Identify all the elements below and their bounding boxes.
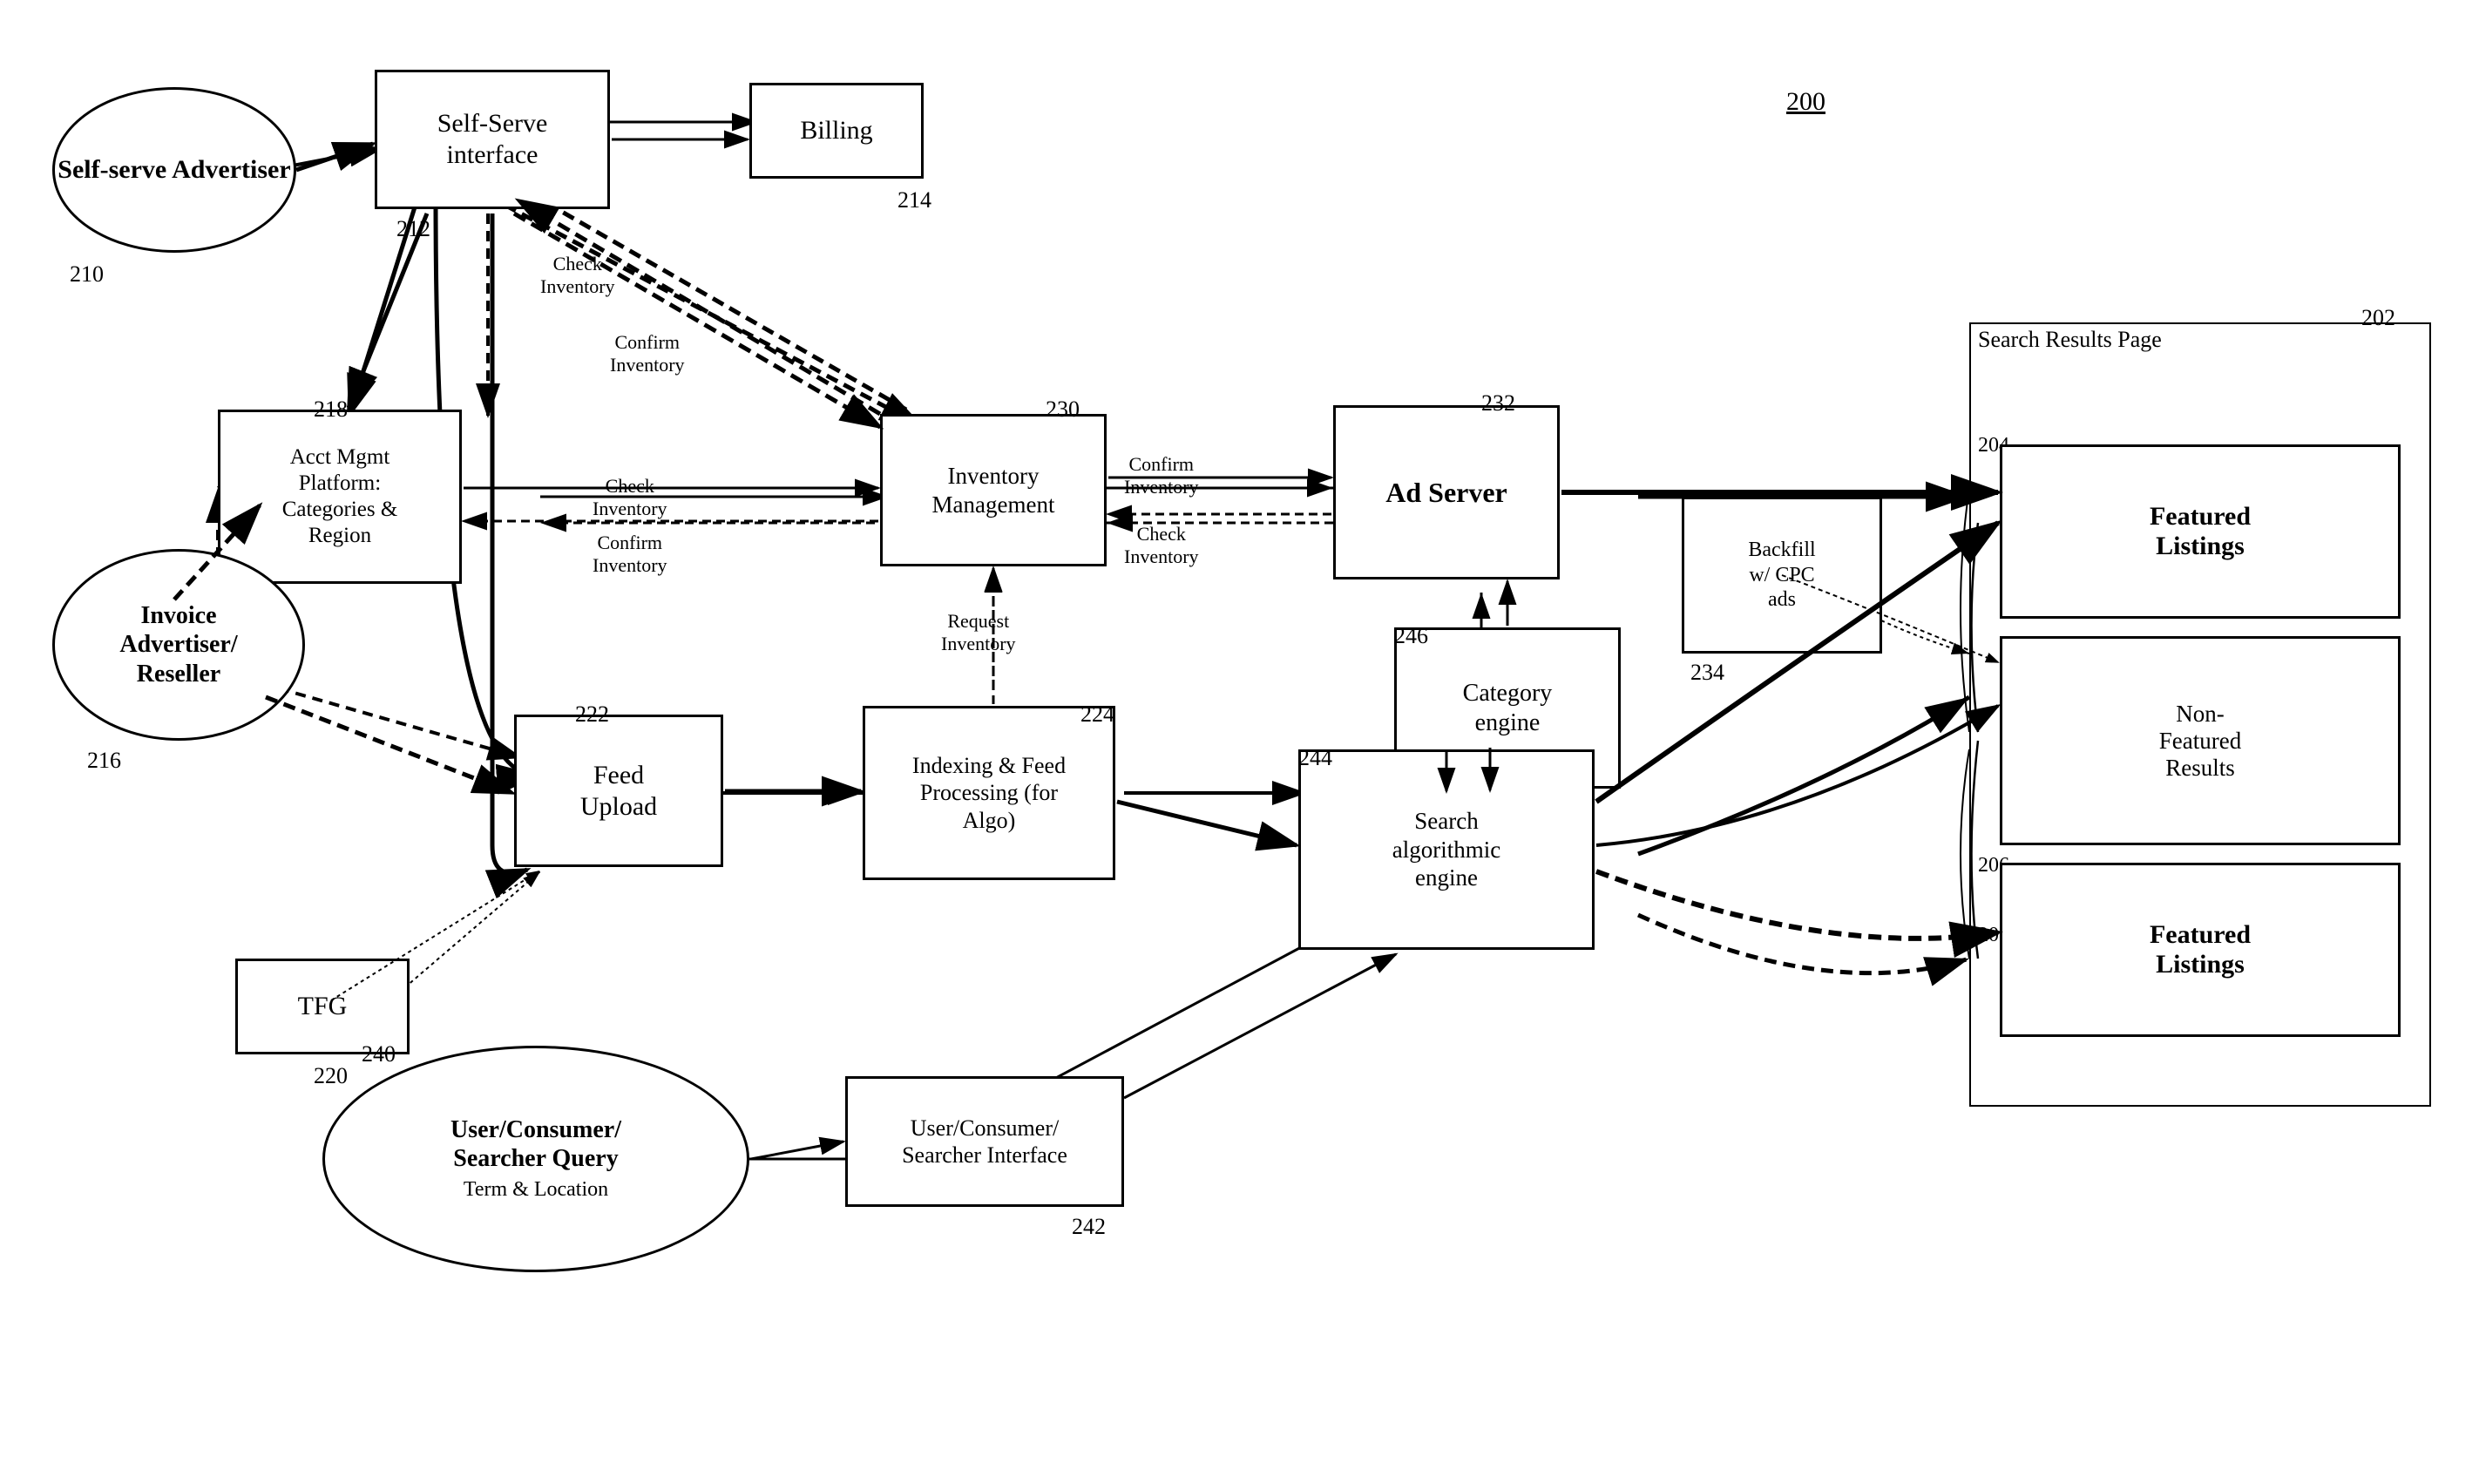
- acct-mgmt-platform: Acct MgmtPlatform:Categories &Region: [218, 410, 462, 584]
- featured-listings-top-label: FeaturedListings: [2150, 502, 2251, 561]
- non-featured-results: Non-FeaturedResults: [2000, 636, 2401, 845]
- request-inventory-label: RequestInventory: [941, 610, 1016, 655]
- self-serve-interface: Self-Serveinterface: [375, 70, 610, 209]
- featured-listings-top: FeaturedListings: [2000, 444, 2401, 619]
- label-218: 218: [314, 396, 348, 423]
- search-algorithmic-label: Searchalgorithmicengine: [1392, 807, 1500, 891]
- confirm-inventory-label-3: ConfirmInventory: [1124, 453, 1199, 498]
- label-244: 244: [1298, 745, 1332, 771]
- user-consumer-interface: User/Consumer/Searcher Interface: [845, 1076, 1124, 1207]
- label-246: 246: [1394, 623, 1428, 649]
- featured-listings-bottom: FeaturedListings: [2000, 863, 2401, 1037]
- indexing-feed-label: Indexing & FeedProcessing (forAlgo): [912, 752, 1066, 834]
- indexing-feed: Indexing & FeedProcessing (forAlgo): [863, 706, 1115, 880]
- diagram-container: Self-serve Advertiser 210 Self-Serveinte…: [0, 0, 2479, 1484]
- diagram-title: 200: [1786, 87, 1825, 117]
- confirm-inventory-label-2: ConfirmInventory: [593, 532, 667, 577]
- feed-upload: FeedUpload: [514, 715, 723, 867]
- label-242: 242: [1072, 1214, 1106, 1240]
- label-202: 202: [2361, 305, 2395, 331]
- label-234: 234: [1690, 660, 1724, 686]
- feed-upload-label: FeedUpload: [580, 760, 657, 823]
- billing-label: Billing: [800, 115, 872, 146]
- featured-listings-bottom-label: FeaturedListings: [2150, 920, 2251, 979]
- check-inventory-label-3: CheckInventory: [1124, 523, 1199, 568]
- label-216: 216: [87, 748, 121, 774]
- label-214: 214: [897, 187, 931, 213]
- tfg-label: TFG: [298, 991, 348, 1022]
- inventory-management: InventoryManagement: [880, 414, 1107, 566]
- label-210: 210: [70, 261, 104, 288]
- user-consumer-query: User/Consumer/Searcher QueryTerm & Locat…: [322, 1046, 749, 1272]
- ad-server-label: Ad Server: [1385, 476, 1507, 509]
- check-inventory-label-1: CheckInventory: [540, 253, 615, 298]
- invoice-advertiser-label: InvoiceAdvertiser/Reseller: [119, 601, 237, 689]
- search-algorithmic: Searchalgorithmicengine: [1298, 749, 1595, 950]
- user-consumer-interface-label: User/Consumer/Searcher Interface: [902, 1115, 1067, 1169]
- acct-mgmt-label: Acct MgmtPlatform:Categories &Region: [282, 444, 398, 549]
- label-230: 230: [1046, 396, 1080, 423]
- inventory-management-label: InventoryManagement: [932, 462, 1055, 518]
- label-220: 220: [314, 1063, 348, 1089]
- self-serve-advertiser: Self-serve Advertiser: [52, 87, 296, 253]
- user-consumer-query-label: User/Consumer/Searcher QueryTerm & Locat…: [450, 1115, 621, 1203]
- non-featured-results-label: Non-FeaturedResults: [2159, 701, 2241, 782]
- backfill-cpc: Backfillw/ CPCads: [1682, 497, 1882, 654]
- self-serve-advertiser-label: Self-serve Advertiser: [58, 154, 290, 186]
- label-240: 240: [362, 1041, 396, 1067]
- check-inventory-label-2: CheckInventory: [593, 475, 667, 520]
- category-engine-label: Categoryengine: [1463, 679, 1553, 737]
- invoice-advertiser: InvoiceAdvertiser/Reseller: [52, 549, 305, 741]
- label-232: 232: [1481, 390, 1515, 417]
- confirm-inventory-label-1: ConfirmInventory: [610, 331, 685, 376]
- label-222: 222: [575, 701, 609, 728]
- label-212: 212: [396, 216, 430, 242]
- tfg: TFG: [235, 959, 410, 1054]
- self-serve-interface-label: Self-Serveinterface: [437, 108, 548, 171]
- billing: Billing: [749, 83, 924, 179]
- backfill-cpc-label: Backfillw/ CPCads: [1748, 538, 1815, 613]
- search-results-page-label: Search Results Page: [1978, 327, 2162, 353]
- label-224: 224: [1080, 701, 1114, 728]
- ad-server: Ad Server: [1333, 405, 1560, 579]
